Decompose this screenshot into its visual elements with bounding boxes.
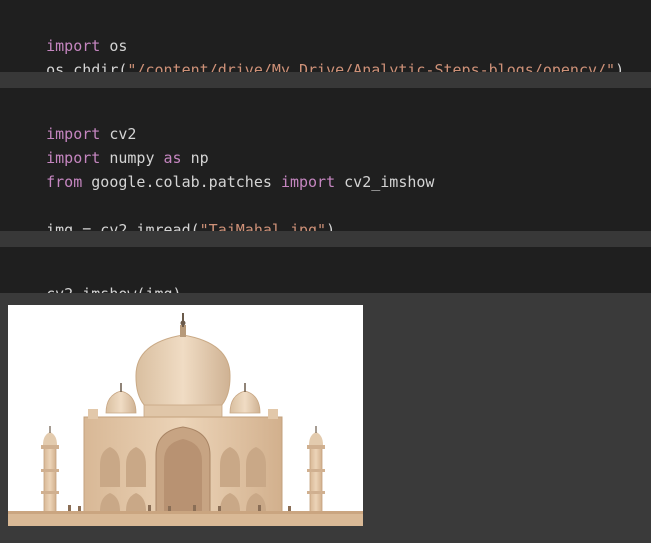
- output-image: [8, 305, 363, 526]
- code-cell-2[interactable]: import cv2 import numpy as np from googl…: [0, 88, 651, 239]
- code-token: import: [280, 173, 336, 191]
- taj-mahal-image: [8, 305, 363, 526]
- code-token: cv2_imshow: [335, 173, 435, 191]
- cell-separator: [0, 72, 651, 88]
- code-token: from: [46, 173, 83, 191]
- code-cell-3[interactable]: cv2_imshow(img): [0, 247, 651, 303]
- code-token: google.colab.patches: [82, 173, 281, 191]
- cell-separator: [0, 231, 651, 247]
- code-cell-1[interactable]: import os os.chdir("/content/drive/My Dr…: [0, 0, 651, 79]
